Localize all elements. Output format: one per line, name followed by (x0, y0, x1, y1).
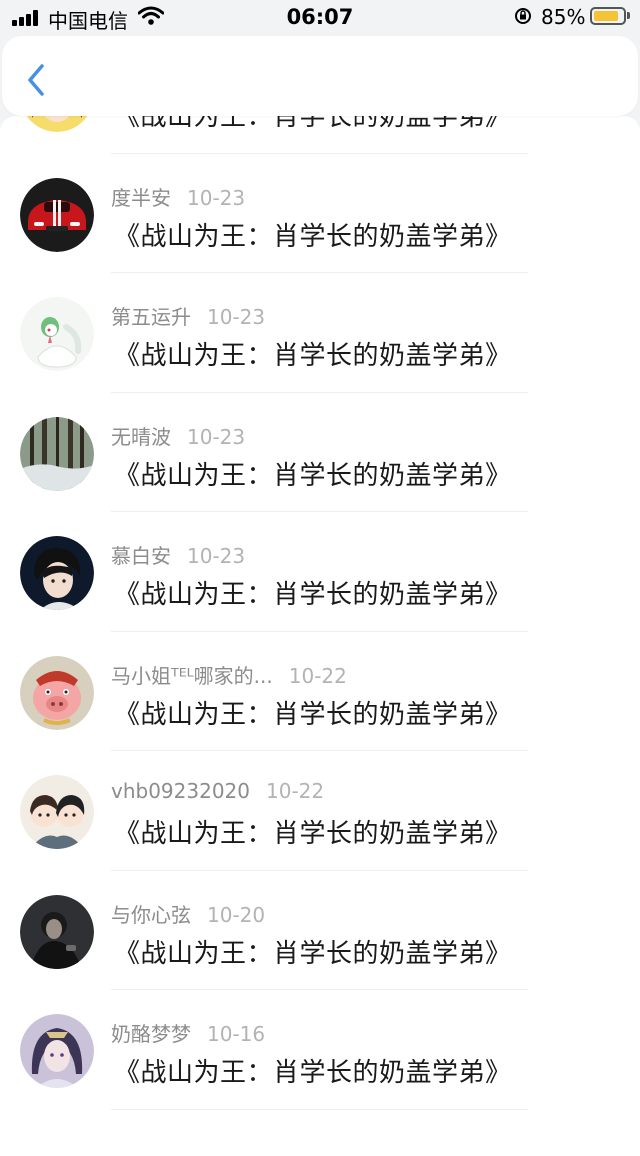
comment-list-scroll[interactable]: 00大脸猫0010-26《战山为王：肖学长的奶盖学弟》度半安 10-23 《战山为王… (0, 116, 640, 1110)
comment-date: 10-23 (187, 424, 246, 449)
young-man-avatar (20, 536, 94, 610)
book-title[interactable]: 《战山为王：肖学长的奶盖学弟》 (114, 574, 512, 611)
forest-avatar (20, 416, 94, 491)
book-title[interactable]: 《战山为王：肖学长的奶盖学弟》 (114, 116, 512, 133)
comment-date: 10-23 (207, 305, 266, 329)
avatar[interactable] (20, 894, 94, 969)
avatar[interactable] (20, 775, 94, 849)
red-car-avatar (20, 177, 94, 252)
list-item[interactable]: 慕白安 10-23 《战山为王：肖学长的奶盖学弟》 (0, 512, 640, 632)
list-item[interactable]: 与你心弦 10-20 《战山为王：肖学长的奶盖学弟》 (0, 871, 640, 990)
book-title[interactable]: 《战山为王：肖学长的奶盖学弟》 (114, 933, 512, 970)
dark-portrait-avatar (20, 894, 94, 969)
battery-cap (627, 12, 630, 19)
comment-meta: 无晴波 10-23 (111, 421, 245, 450)
username[interactable]: vhb09232020 (111, 779, 250, 803)
book-title[interactable]: 《战山为王：肖学长的奶盖学弟》 (114, 335, 512, 372)
username[interactable]: 马小姐ᵀᴱᴸ哪家的... (111, 664, 273, 688)
navigation-bar (2, 36, 638, 116)
list-item[interactable]: 无晴波 10-23 《战山为王：肖学长的奶盖学弟》 (0, 393, 640, 512)
username[interactable]: 与你心弦 (111, 903, 191, 927)
divider (111, 1108, 528, 1110)
book-title[interactable]: 《战山为王：肖学长的奶盖学弟》 (114, 813, 512, 850)
avatar[interactable] (20, 116, 94, 132)
list-item[interactable]: 奶酪梦梦 10-16 《战山为王：肖学长的奶盖学弟》 (0, 990, 640, 1110)
anime-character-avatar (20, 1014, 94, 1088)
list-item[interactable]: 第五运升 10-23 《战山为王：肖学长的奶盖学弟》 (0, 273, 640, 393)
list-item[interactable]: 度半安 10-23 《战山为王：肖学长的奶盖学弟》 (0, 154, 640, 273)
comment-meta: 与你心弦 10-20 (111, 899, 265, 928)
comment-date: 10-22 (266, 779, 325, 803)
avatar[interactable] (20, 297, 94, 371)
comment-date: 10-16 (207, 1022, 266, 1046)
comment-meta: 奶酪梦梦 10-16 (111, 1018, 265, 1047)
avatar[interactable] (20, 1014, 94, 1088)
avatar[interactable] (20, 655, 94, 730)
book-title[interactable]: 《战山为王：肖学长的奶盖学弟》 (114, 216, 512, 253)
username[interactable]: 度半安 (111, 186, 171, 210)
book-title[interactable]: 《战山为王：肖学长的奶盖学弟》 (114, 694, 512, 731)
book-title[interactable]: 《战山为王：肖学长的奶盖学弟》 (114, 455, 512, 492)
list-item[interactable]: vhb09232020 10-22 《战山为王：肖学长的奶盖学弟》 (0, 751, 640, 871)
list-item[interactable]: 00大脸猫0010-26《战山为王：肖学长的奶盖学弟》 (0, 116, 640, 154)
battery-icon (590, 7, 626, 25)
comment-meta: 度半安 10-23 (111, 182, 245, 211)
avatar[interactable] (20, 177, 94, 252)
rotation-lock-icon (515, 8, 531, 24)
comment-date: 10-23 (187, 185, 246, 210)
list-item[interactable]: 马小姐ᵀᴱᴸ哪家的... 10-22 《战山为王：肖学长的奶盖学弟》 (0, 632, 640, 751)
avatar[interactable] (20, 416, 94, 491)
back-button[interactable] (18, 60, 54, 100)
chevron-left-icon (28, 64, 44, 96)
status-bar: 中国电信 06:07 85% (0, 0, 640, 34)
pokemon-avatar (20, 297, 94, 371)
battery-percent: 85% (541, 5, 586, 29)
comment-meta: 慕白安 10-23 (111, 540, 245, 569)
comment-list: 00大脸猫0010-26《战山为王：肖学长的奶盖学弟》度半安 10-23 《战山为王… (0, 116, 640, 1156)
comment-meta: 马小姐ᵀᴱᴸ哪家的... 10-22 (111, 660, 347, 689)
username[interactable]: 慕白安 (111, 544, 171, 568)
comment-date: 10-20 (207, 902, 266, 927)
cartoon-pig-avatar (20, 655, 94, 730)
username[interactable]: 第五运升 (111, 305, 191, 329)
comment-date: 10-22 (288, 663, 347, 688)
username[interactable]: 奶酪梦梦 (111, 1022, 191, 1046)
comment-meta: 第五运升 10-23 (111, 301, 265, 330)
battery-fill (594, 11, 618, 21)
comment-date: 10-23 (187, 544, 246, 568)
username[interactable]: 无晴波 (111, 425, 171, 449)
comment-meta: vhb09232020 10-22 (111, 779, 324, 803)
chibi-couple-avatar (20, 775, 94, 849)
cartoon-girl-avatar (26, 116, 88, 132)
avatar[interactable] (20, 536, 94, 610)
book-title[interactable]: 《战山为王：肖学长的奶盖学弟》 (114, 1052, 512, 1089)
